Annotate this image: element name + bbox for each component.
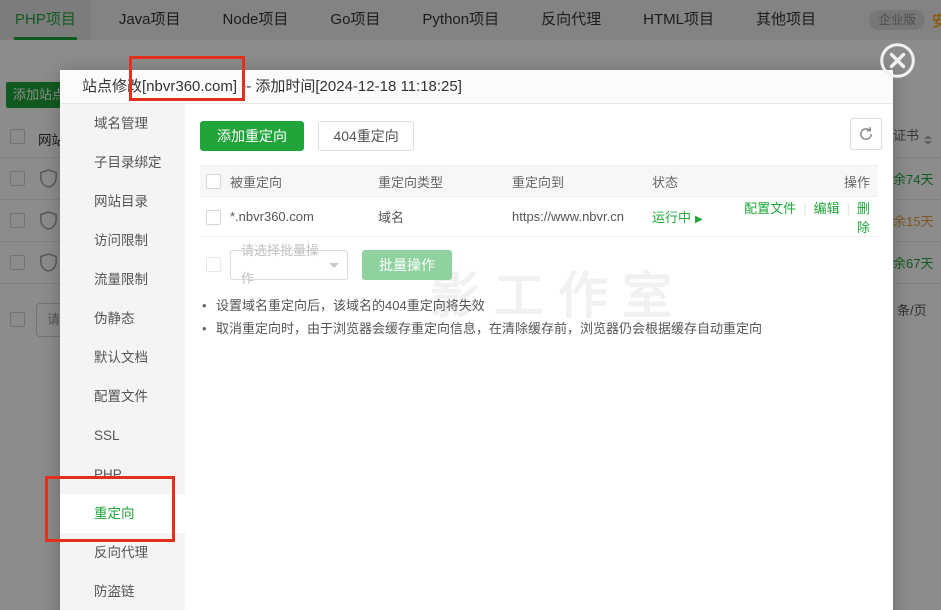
- divider: |: [803, 201, 806, 216]
- batch-select-placeholder: 请选择批量操作: [241, 237, 329, 293]
- divider: |: [847, 201, 850, 216]
- close-icon: [879, 42, 916, 79]
- batch-bar: 请选择批量操作 批量操作: [200, 250, 878, 280]
- col-header-target: 重定向到: [512, 172, 652, 191]
- note-cache: 取消重定向时，由于浏览器会缓存重定向信息，在清除缓存前，浏览器仍会根据缓存自动重…: [200, 317, 878, 340]
- redirect-toolbar: 添加重定向 404重定向: [200, 121, 878, 151]
- cell-target: https://www.nbvr.cn: [512, 209, 652, 224]
- modal-title-domain: [nbvr360.com]: [142, 78, 237, 95]
- 404-redirect-button[interactable]: 404重定向: [318, 121, 413, 151]
- row-checkbox[interactable]: [206, 210, 221, 225]
- cell-source: *.nbvr360.com: [230, 209, 378, 224]
- sidebar-item-ssl[interactable]: SSL: [60, 416, 185, 455]
- batch-apply-button[interactable]: 批量操作: [362, 250, 452, 280]
- table-header-row: 被重定向 重定向类型 重定向到 状态 操作: [200, 165, 878, 197]
- sidebar-item-default-doc[interactable]: 默认文档: [60, 338, 185, 377]
- refresh-button[interactable]: [850, 118, 882, 150]
- cell-type: 域名: [378, 207, 512, 226]
- site-settings-modal: 站点修改[nbvr360.com] -- 添加时间[2024-12-18 11:…: [60, 70, 893, 610]
- sidebar-item-site-directory[interactable]: 网站目录: [60, 182, 185, 221]
- sidebar-item-redirect[interactable]: 重定向: [60, 494, 185, 533]
- sidebar-item-access-limit[interactable]: 访问限制: [60, 221, 185, 260]
- play-icon[interactable]: ▶: [695, 214, 703, 225]
- sidebar-item-php[interactable]: PHP: [60, 455, 185, 494]
- select-all-checkbox[interactable]: [206, 174, 221, 189]
- cell-actions: 配置文件 | 编辑 | 删除: [738, 198, 878, 236]
- sidebar-item-rewrite[interactable]: 伪静态: [60, 299, 185, 338]
- cell-status: 运行中 ▶: [652, 207, 738, 226]
- add-redirect-button[interactable]: 添加重定向: [200, 121, 304, 151]
- sidebar-item-reverse-proxy[interactable]: 反向代理: [60, 533, 185, 572]
- redirect-table: 被重定向 重定向类型 重定向到 状态 操作 *.nbvr360.com 域名 h…: [200, 165, 878, 237]
- sidebar-item-subdir-bind[interactable]: 子目录绑定: [60, 143, 185, 182]
- col-header-type: 重定向类型: [378, 172, 512, 191]
- note-404: 设置域名重定向后，该域名的404重定向将失效: [200, 294, 878, 317]
- action-config-file[interactable]: 配置文件: [744, 201, 796, 216]
- col-header-status: 状态: [652, 172, 738, 191]
- batch-select[interactable]: 请选择批量操作: [230, 250, 348, 280]
- action-delete[interactable]: 删除: [857, 201, 870, 235]
- table-row: *.nbvr360.com 域名 https://www.nbvr.cn 运行中…: [200, 197, 878, 237]
- action-edit[interactable]: 编辑: [814, 201, 840, 216]
- notes-list: 设置域名重定向后，该域名的404重定向将失效 取消重定向时，由于浏览器会缓存重定…: [200, 294, 878, 340]
- status-badge: 运行中: [652, 210, 691, 225]
- close-button[interactable]: [879, 42, 916, 79]
- modal-title: 站点修改[nbvr360.com] -- 添加时间[2024-12-18 11:…: [60, 70, 893, 104]
- app-root: PHP项目 Java项目 Node项目 Go项目 Python项目 反向代理 H…: [0, 0, 941, 610]
- chevron-down-icon: [329, 263, 339, 268]
- refresh-icon: [858, 126, 874, 142]
- modal-title-suffix: -- 添加时间[2024-12-18 11:18:25]: [237, 78, 462, 95]
- sidebar-item-domain-manage[interactable]: 域名管理: [60, 104, 185, 143]
- modal-sidebar: 域名管理 子目录绑定 网站目录 访问限制 流量限制 伪静态 默认文档 配置文件 …: [60, 104, 185, 610]
- sidebar-item-traffic-limit[interactable]: 流量限制: [60, 260, 185, 299]
- batch-checkbox[interactable]: [206, 257, 221, 272]
- col-header-actions: 操作: [738, 172, 878, 191]
- col-header-source: 被重定向: [230, 172, 378, 191]
- modal-title-prefix: 站点修改: [82, 78, 142, 95]
- sidebar-item-hotlink-protect[interactable]: 防盗链: [60, 572, 185, 610]
- modal-content: 影工作室 添加重定向 404重定向 被重定向 重定: [185, 104, 893, 610]
- sidebar-item-config-file[interactable]: 配置文件: [60, 377, 185, 416]
